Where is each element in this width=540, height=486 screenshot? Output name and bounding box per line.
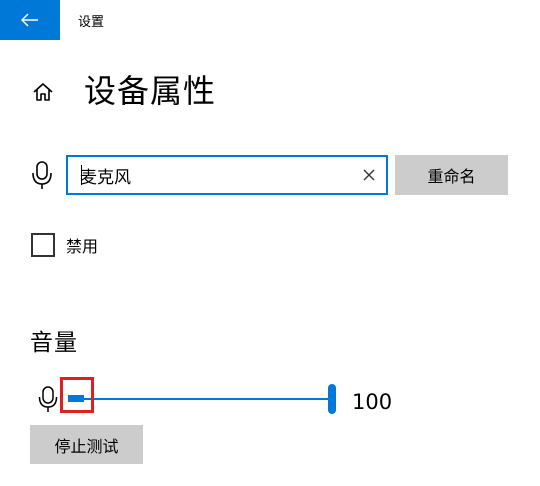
text-caret <box>81 165 82 185</box>
microphone-icon <box>38 386 58 412</box>
disable-checkbox-label: 禁用 <box>66 237 99 256</box>
stop-test-button[interactable]: 停止测试 <box>30 425 143 464</box>
clear-icon[interactable] <box>360 166 378 184</box>
disable-checkbox[interactable] <box>31 233 55 257</box>
volume-slider-track <box>68 398 332 400</box>
microphone-icon <box>32 161 52 189</box>
volume-value: 100 <box>352 390 393 414</box>
back-arrow-icon <box>21 13 38 27</box>
back-button[interactable] <box>0 0 60 40</box>
volume-section-title: 音量 <box>30 330 78 356</box>
volume-slider[interactable] <box>68 382 336 416</box>
device-name-field[interactable] <box>66 155 388 195</box>
window-title: 设置 <box>78 15 105 30</box>
home-icon[interactable] <box>31 80 55 104</box>
rename-button[interactable]: 重命名 <box>395 155 508 195</box>
input-level-meter <box>68 395 84 402</box>
page-title: 设备属性 <box>84 72 217 110</box>
volume-slider-thumb[interactable] <box>328 384 336 414</box>
settings-window: 设置 设备属性 重命名 禁用 音量 100 停止测试 <box>0 0 540 486</box>
device-name-input[interactable] <box>80 157 350 193</box>
